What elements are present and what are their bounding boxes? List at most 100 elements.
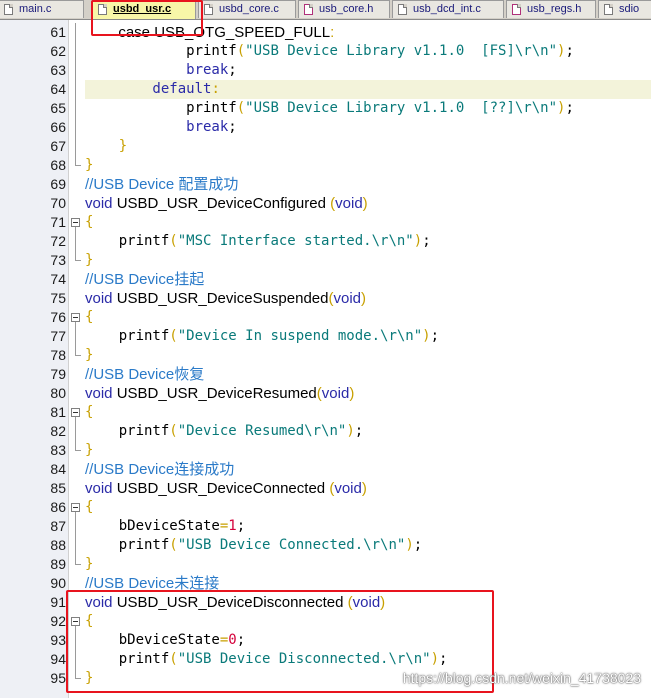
line-number: 77 xyxy=(50,328,66,344)
line-number: 71 xyxy=(50,214,66,230)
code-line: 83} xyxy=(0,441,651,460)
code-text-area[interactable]: void USBD_USR_DeviceSuspended(void) xyxy=(85,289,651,308)
code-text-area[interactable]: void USBD_USR_DeviceConfigured (void) xyxy=(85,194,651,213)
line-number: 66 xyxy=(50,119,66,135)
code-text-area[interactable]: printf("USB Device Library v1.1.0 [??]\r… xyxy=(85,99,651,118)
code-text-area[interactable]: { xyxy=(85,498,651,517)
code-token: ; xyxy=(236,518,246,534)
collapse-icon[interactable] xyxy=(70,308,82,327)
code-text-area[interactable]: printf("Device In suspend mode.\r\n"); xyxy=(85,327,651,346)
code-text-area[interactable]: //USB Device恢复 xyxy=(85,365,651,384)
line-number: 92 xyxy=(50,613,66,629)
code-line: 63 break; xyxy=(0,61,651,80)
tab-usb-dcd-int-c[interactable]: usb_dcd_int.c xyxy=(392,0,504,18)
collapse-icon[interactable] xyxy=(70,403,82,422)
code-line: 88 printf("USB Device Connected.\r\n"); xyxy=(0,536,651,555)
code-text: printf("Device In suspend mode.\r\n"); xyxy=(85,327,439,346)
code-token: printf xyxy=(85,100,237,116)
code-token: bDeviceState xyxy=(85,518,220,534)
code-text-area[interactable]: { xyxy=(85,308,651,327)
code-token: "USB Device Connected.\r\n" xyxy=(177,537,406,553)
line-number: 93 xyxy=(50,632,66,648)
code-token: ( xyxy=(169,423,178,439)
code-text-area[interactable]: //USB Device 配置成功 xyxy=(85,175,651,194)
code-text-area[interactable]: } xyxy=(85,441,651,460)
code-text: break; xyxy=(85,61,237,80)
line-number: 95 xyxy=(50,670,66,686)
code-text-area[interactable]: bDeviceState=1; xyxy=(85,517,651,536)
line-number: 85 xyxy=(50,480,66,496)
code-token: { xyxy=(85,214,94,230)
code-token: default xyxy=(85,81,212,97)
code-text-area[interactable]: void USBD_USR_DeviceResumed(void) xyxy=(85,384,651,403)
line-number: 86 xyxy=(50,499,66,515)
code-token: ; xyxy=(422,233,431,249)
code-line: 68} xyxy=(0,156,651,175)
fold-guide xyxy=(70,232,82,251)
tab-sdio[interactable]: sdio xyxy=(598,0,651,18)
code-token: printf xyxy=(85,423,170,439)
tab-usbd-core-c[interactable]: usbd_core.c xyxy=(198,0,296,18)
code-token: ( xyxy=(169,537,178,553)
fold-guide xyxy=(70,99,82,118)
code-text-area[interactable]: printf("MSC Interface started.\r\n"); xyxy=(85,232,651,251)
code-token: ) xyxy=(349,385,355,402)
code-token: void xyxy=(333,290,362,307)
code-token: ( xyxy=(236,100,246,116)
code-token: void xyxy=(85,385,113,402)
tab-main-c[interactable]: main.c xyxy=(0,0,84,18)
tab-label: usbd_core.c xyxy=(219,3,279,15)
code-text: { xyxy=(85,403,93,422)
code-text-area[interactable]: printf("Device Resumed\r\n"); xyxy=(85,422,651,441)
fold-end-marker xyxy=(70,346,82,365)
code-token: USBD_USR_DeviceConfigured xyxy=(112,195,331,212)
code-text-area[interactable]: { xyxy=(85,403,651,422)
collapse-icon[interactable] xyxy=(70,498,82,517)
code-text-area[interactable]: //USB Device挂起 xyxy=(85,270,651,289)
tab-label: usb_dcd_int.c xyxy=(413,3,481,15)
fold-guide xyxy=(70,61,82,80)
code-text-area[interactable]: default: xyxy=(85,80,651,99)
code-line: 87 bDeviceState=1; xyxy=(0,517,651,536)
code-token: "MSC Interface started.\r\n" xyxy=(177,233,414,249)
watermark-text: https://blog.csdn.net/weixin_41738023 xyxy=(402,670,641,686)
code-text-area[interactable]: { xyxy=(85,213,651,232)
line-number: 70 xyxy=(50,195,66,211)
line-number: 68 xyxy=(50,157,66,173)
fold-guide xyxy=(70,137,82,156)
code-token: ( xyxy=(169,233,178,249)
code-line: 72 printf("MSC Interface started.\r\n"); xyxy=(0,232,651,251)
code-text-area[interactable]: break; xyxy=(85,118,651,137)
tab-usb-regs-h[interactable]: usb_regs.h xyxy=(506,0,596,18)
code-text: void USBD_USR_DeviceConfigured (void) xyxy=(85,194,368,213)
collapse-icon[interactable] xyxy=(70,213,82,232)
code-text-area[interactable]: } xyxy=(85,137,651,156)
tab-label: sdio xyxy=(619,3,640,15)
code-line: 89} xyxy=(0,555,651,574)
code-token: printf xyxy=(85,328,170,344)
code-text-area[interactable]: } xyxy=(85,156,651,175)
line-number: 88 xyxy=(50,537,66,553)
code-line: 79 //USB Device恢复 xyxy=(0,365,651,384)
code-text-area[interactable]: printf("USB Device Connected.\r\n"); xyxy=(85,536,651,555)
tab-usb-core-h[interactable]: usb_core.h xyxy=(298,0,390,18)
code-text-area[interactable]: } xyxy=(85,251,651,270)
line-number: 65 xyxy=(50,100,66,116)
code-text-area[interactable]: } xyxy=(85,555,651,574)
c-file-icon xyxy=(4,4,13,15)
code-token: { xyxy=(85,499,94,515)
code-text-area[interactable]: //USB Device连接成功 xyxy=(85,460,651,479)
code-token: "USB Device Library v1.1.0 [FS]\r\n" xyxy=(245,43,558,59)
code-token: //USB Device 配置成功 xyxy=(85,176,239,193)
fold-guide xyxy=(70,118,82,137)
line-number: 84 xyxy=(50,461,66,477)
code-text-area[interactable]: void USBD_USR_DeviceConnected (void) xyxy=(85,479,651,498)
fold-empty xyxy=(70,270,82,289)
code-text: { xyxy=(85,308,93,327)
code-text: } xyxy=(85,251,93,270)
code-text-area[interactable]: printf("USB Device Library v1.1.0 [FS]\r… xyxy=(85,42,651,61)
fold-guide xyxy=(70,42,82,61)
fold-guide xyxy=(70,80,82,99)
code-text-area[interactable]: break; xyxy=(85,61,651,80)
code-text-area[interactable]: } xyxy=(85,346,651,365)
